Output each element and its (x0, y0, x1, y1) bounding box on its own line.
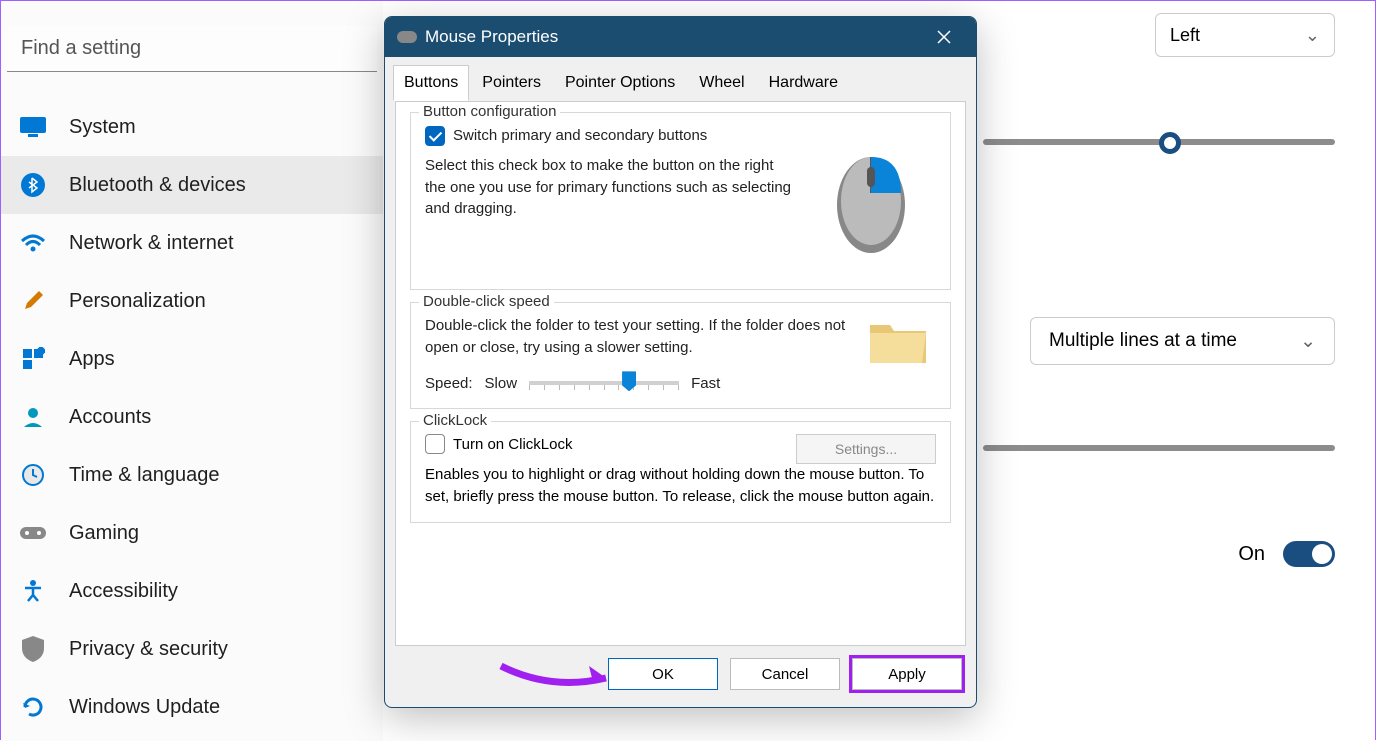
close-icon (937, 30, 951, 44)
double-click-description: Double-click the folder to test your set… (425, 315, 854, 359)
tab-bar: Buttons Pointers Pointer Options Wheel H… (385, 57, 976, 101)
sidebar-item-time[interactable]: Time & language (1, 446, 383, 504)
brush-icon (19, 287, 47, 315)
clicklock-group: ClickLock Settings... Turn on ClickLock … (410, 421, 951, 523)
apps-icon (19, 345, 47, 373)
sidebar-item-label: Windows Update (69, 696, 220, 719)
accessibility-icon (19, 577, 47, 605)
clicklock-checkbox[interactable] (425, 434, 445, 454)
switch-buttons-checkbox[interactable] (425, 126, 445, 146)
sidebar-item-label: Accounts (69, 406, 151, 429)
bluetooth-icon (19, 171, 47, 199)
scroll-mode-dropdown[interactable]: Multiple lines at a time ⌄ (1030, 317, 1335, 365)
dialog-title: Mouse Properties (425, 27, 558, 47)
titlebar[interactable]: Mouse Properties (385, 17, 976, 57)
tab-pointer-options[interactable]: Pointer Options (554, 65, 686, 101)
checkbox-label: Turn on ClickLock (453, 436, 573, 453)
primary-button-dropdown[interactable]: Left ⌄ (1155, 13, 1335, 57)
person-icon (19, 403, 47, 431)
dropdown-value: Left (1170, 25, 1200, 46)
apply-button[interactable]: Apply (852, 658, 962, 690)
ok-button[interactable]: OK (608, 658, 718, 690)
sidebar-item-bluetooth[interactable]: Bluetooth & devices (1, 156, 383, 214)
double-click-speed-slider[interactable] (529, 381, 679, 385)
dropdown-value: Multiple lines at a time (1049, 330, 1237, 352)
settings-sidebar: System Bluetooth & devices Network & int… (1, 1, 383, 741)
sidebar-item-label: System (69, 116, 136, 139)
sidebar-item-personalization[interactable]: Personalization (1, 272, 383, 330)
update-icon (19, 693, 47, 721)
speed-label: Speed: (425, 373, 473, 395)
sidebar-item-accessibility[interactable]: Accessibility (1, 562, 383, 620)
gamepad-icon (19, 519, 47, 547)
mouse-properties-dialog: Mouse Properties Buttons Pointers Pointe… (384, 16, 977, 708)
sidebar-item-update[interactable]: Windows Update (1, 678, 383, 736)
button-configuration-group: Button configuration Switch primary and … (410, 112, 951, 290)
tab-hardware[interactable]: Hardware (758, 65, 849, 101)
tab-pointers[interactable]: Pointers (471, 65, 552, 101)
clicklock-settings-button: Settings... (796, 434, 936, 464)
chevron-down-icon: ⌄ (1300, 330, 1316, 353)
tab-wheel[interactable]: Wheel (688, 65, 755, 101)
checkbox-label: Switch primary and secondary buttons (453, 125, 707, 147)
slider-thumb[interactable] (1159, 132, 1181, 154)
sidebar-item-apps[interactable]: Apps (1, 330, 383, 388)
scroll-lines-slider[interactable] (983, 445, 1335, 451)
close-button[interactable] (924, 17, 964, 57)
sidebar-item-label: Gaming (69, 522, 139, 545)
cancel-button[interactable]: Cancel (730, 658, 840, 690)
clicklock-description: Enables you to highlight or drag without… (425, 464, 936, 508)
cursor-speed-slider[interactable] (983, 139, 1335, 145)
fast-label: Fast (691, 373, 720, 395)
search-input[interactable] (7, 26, 377, 72)
mouse-icon (397, 31, 417, 43)
chevron-down-icon: ⌄ (1305, 25, 1320, 46)
sidebar-item-gaming[interactable]: Gaming (1, 504, 383, 562)
sidebar-item-label: Accessibility (69, 580, 178, 603)
sidebar-item-accounts[interactable]: Accounts (1, 388, 383, 446)
tab-buttons[interactable]: Buttons (393, 65, 469, 101)
sidebar-item-label: Personalization (69, 290, 206, 313)
slow-label: Slow (485, 373, 518, 395)
clock-icon (19, 461, 47, 489)
shield-icon (19, 635, 47, 663)
sidebar-item-network[interactable]: Network & internet (1, 214, 383, 272)
group-title: ClickLock (419, 412, 491, 429)
wifi-icon (19, 229, 47, 257)
double-click-group: Double-click speed Double-click the fold… (410, 302, 951, 409)
sidebar-item-label: Apps (69, 348, 115, 371)
button-config-description: Select this check box to make the button… (425, 155, 794, 220)
sidebar-item-label: Network & internet (69, 232, 234, 255)
group-title: Double-click speed (419, 293, 554, 310)
mouse-preview-image (806, 125, 936, 275)
sidebar-item-label: Time & language (69, 464, 219, 487)
inactive-windows-toggle[interactable] (1283, 541, 1335, 567)
sidebar-item-label: Privacy & security (69, 638, 228, 661)
test-folder-icon[interactable] (866, 315, 936, 371)
sidebar-item-privacy[interactable]: Privacy & security (1, 620, 383, 678)
sidebar-item-system[interactable]: System (1, 98, 383, 156)
group-title: Button configuration (419, 103, 560, 120)
toggle-label: On (1238, 543, 1265, 566)
sidebar-item-label: Bluetooth & devices (69, 174, 246, 197)
monitor-icon (19, 113, 47, 141)
